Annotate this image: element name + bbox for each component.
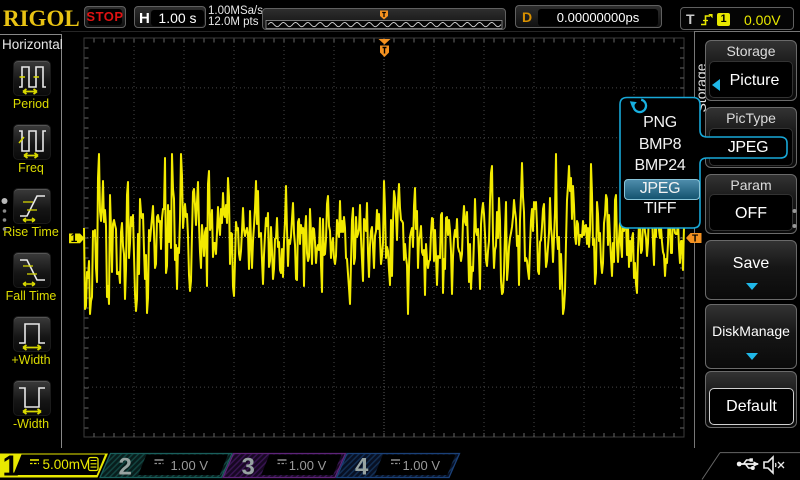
- svg-text:3: 3: [242, 454, 255, 480]
- svg-text:1: 1: [71, 231, 78, 245]
- svg-text:1: 1: [3, 451, 19, 480]
- svg-text:T: T: [692, 234, 698, 245]
- svg-text:1.00 V: 1.00 V: [402, 458, 440, 473]
- svg-text:2: 2: [119, 454, 132, 480]
- svg-text:5.00mV: 5.00mV: [43, 457, 90, 472]
- svg-text:4: 4: [355, 454, 369, 480]
- svg-text:1.00 V: 1.00 V: [289, 458, 327, 473]
- svg-text:1.00 V: 1.00 V: [170, 458, 208, 473]
